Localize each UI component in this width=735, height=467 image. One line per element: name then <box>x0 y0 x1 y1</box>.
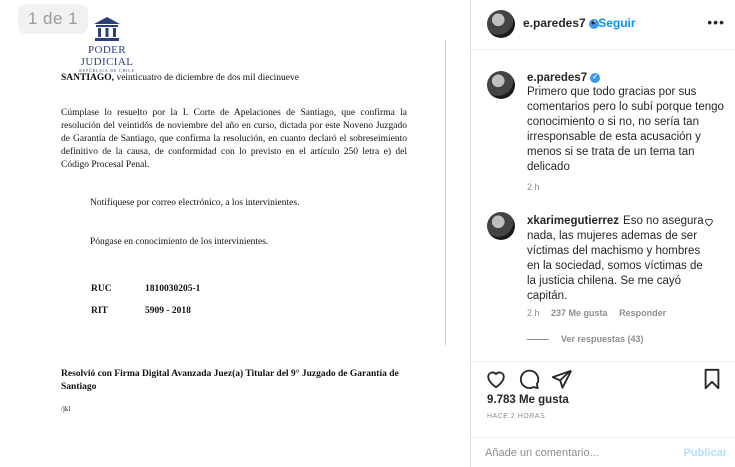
rit-label: RIT <box>91 306 108 316</box>
likes-count[interactable]: 9.783 Me gusta <box>487 394 569 406</box>
post-media[interactable]: PODER JUDICIAL REPÚBLICA DE CHILE SANTIA… <box>0 0 470 467</box>
caption-text: Primero que todo gracias por sus comenta… <box>527 86 724 173</box>
follow-button[interactable]: • Seguir <box>591 16 636 30</box>
rit-value: 5909 - 2018 <box>145 306 191 316</box>
more-horizontal-icon[interactable]: ••• <box>707 14 725 30</box>
page-counter: 1 de 1 <box>18 4 88 34</box>
document-initials: /jkl <box>61 405 71 413</box>
add-comment-bar: Publicar <box>471 437 735 467</box>
comment-icon[interactable] <box>518 368 540 390</box>
view-replies-button[interactable]: Ver respuestas (43) <box>527 334 644 344</box>
replies-line <box>527 339 549 341</box>
comment-meta: 2 h 237 Me gusta Responder <box>527 308 675 318</box>
verification-strip-text: ────────────────────────────────────────… <box>443 40 448 346</box>
comment-time[interactable]: 2 h <box>527 308 540 318</box>
document-knowledge: Póngase en conocimiento de los intervini… <box>90 237 269 247</box>
header-username[interactable]: e.paredes7 ✓ <box>523 16 599 30</box>
date-text: veinticuatro de diciembre de dos mil die… <box>116 73 299 83</box>
document-verification-strip: ────────────────────────────────────────… <box>441 40 449 460</box>
document-rit: RIT 5909 - 2018 <box>91 305 191 318</box>
document-notify: Notifíquese por correo electrónico, a lo… <box>90 198 300 208</box>
separator-dot: • <box>591 16 596 30</box>
caption-username[interactable]: e.paredes7 ✓ <box>527 72 601 84</box>
heart-icon[interactable] <box>485 368 507 390</box>
post-actions: 9.783 Me gusta HACE 2 HORAS <box>471 361 735 437</box>
caption-time[interactable]: 2 h <box>527 182 540 192</box>
document-ruc: RUC 1810030205-1 <box>91 283 200 296</box>
post-header: e.paredes7 ✓ • Seguir ••• <box>471 0 735 50</box>
court-document: PODER JUDICIAL REPÚBLICA DE CHILE SANTIA… <box>0 0 470 467</box>
comment-username[interactable]: xkarimegutierrez <box>527 215 619 227</box>
comment-avatar[interactable] <box>487 212 515 240</box>
share-icon[interactable] <box>551 368 573 390</box>
bookmark-icon[interactable] <box>701 368 723 390</box>
document-paragraph: Cúmplase lo resuelto por la I. Corte de … <box>61 108 407 170</box>
view-replies-label[interactable]: Ver respuestas (43) <box>561 334 644 344</box>
document-date: SANTIAGO, veinticuatro de diciembre de d… <box>61 72 299 85</box>
ruc-label: RUC <box>91 284 112 294</box>
post-timestamp[interactable]: HACE 2 HORAS <box>487 413 545 420</box>
document-signature: Resolvió con Firma Digital Avanzada Juez… <box>61 369 399 392</box>
caption-avatar[interactable] <box>487 71 515 99</box>
comment-input[interactable] <box>485 445 675 461</box>
comment-like-heart-icon[interactable] <box>704 217 714 227</box>
ruc-value: 1810030205-1 <box>145 284 201 294</box>
courthouse-icon <box>94 17 120 41</box>
reply-button[interactable]: Responder <box>619 308 666 318</box>
avatar[interactable] <box>487 10 515 38</box>
comments-list: e.paredes7 ✓ Primero que todo gracias por… <box>471 51 735 361</box>
comment-likes[interactable]: 237 Me gusta <box>551 308 608 318</box>
logo-title: PODER JUDICIAL <box>80 44 134 68</box>
caption-username-text[interactable]: e.paredes7 <box>527 72 587 84</box>
follow-label[interactable]: Seguir <box>598 16 635 30</box>
comment-body: xkarimegutierrez Eso no asegura nada, las… <box>527 214 707 304</box>
verified-badge-icon: ✓ <box>590 72 601 83</box>
instagram-post-modal: PODER JUDICIAL REPÚBLICA DE CHILE SANTIA… <box>0 0 735 467</box>
post-side-panel: e.paredes7 ✓ • Seguir ••• e.paredes7 ✓ Prim… <box>471 0 735 467</box>
date-place: SANTIAGO, <box>61 73 115 83</box>
publish-button[interactable]: Publicar <box>684 447 727 459</box>
comment-text: Eso no asegura nada, las mujeres ademas … <box>527 215 704 302</box>
header-username-text[interactable]: e.paredes7 <box>523 16 586 30</box>
